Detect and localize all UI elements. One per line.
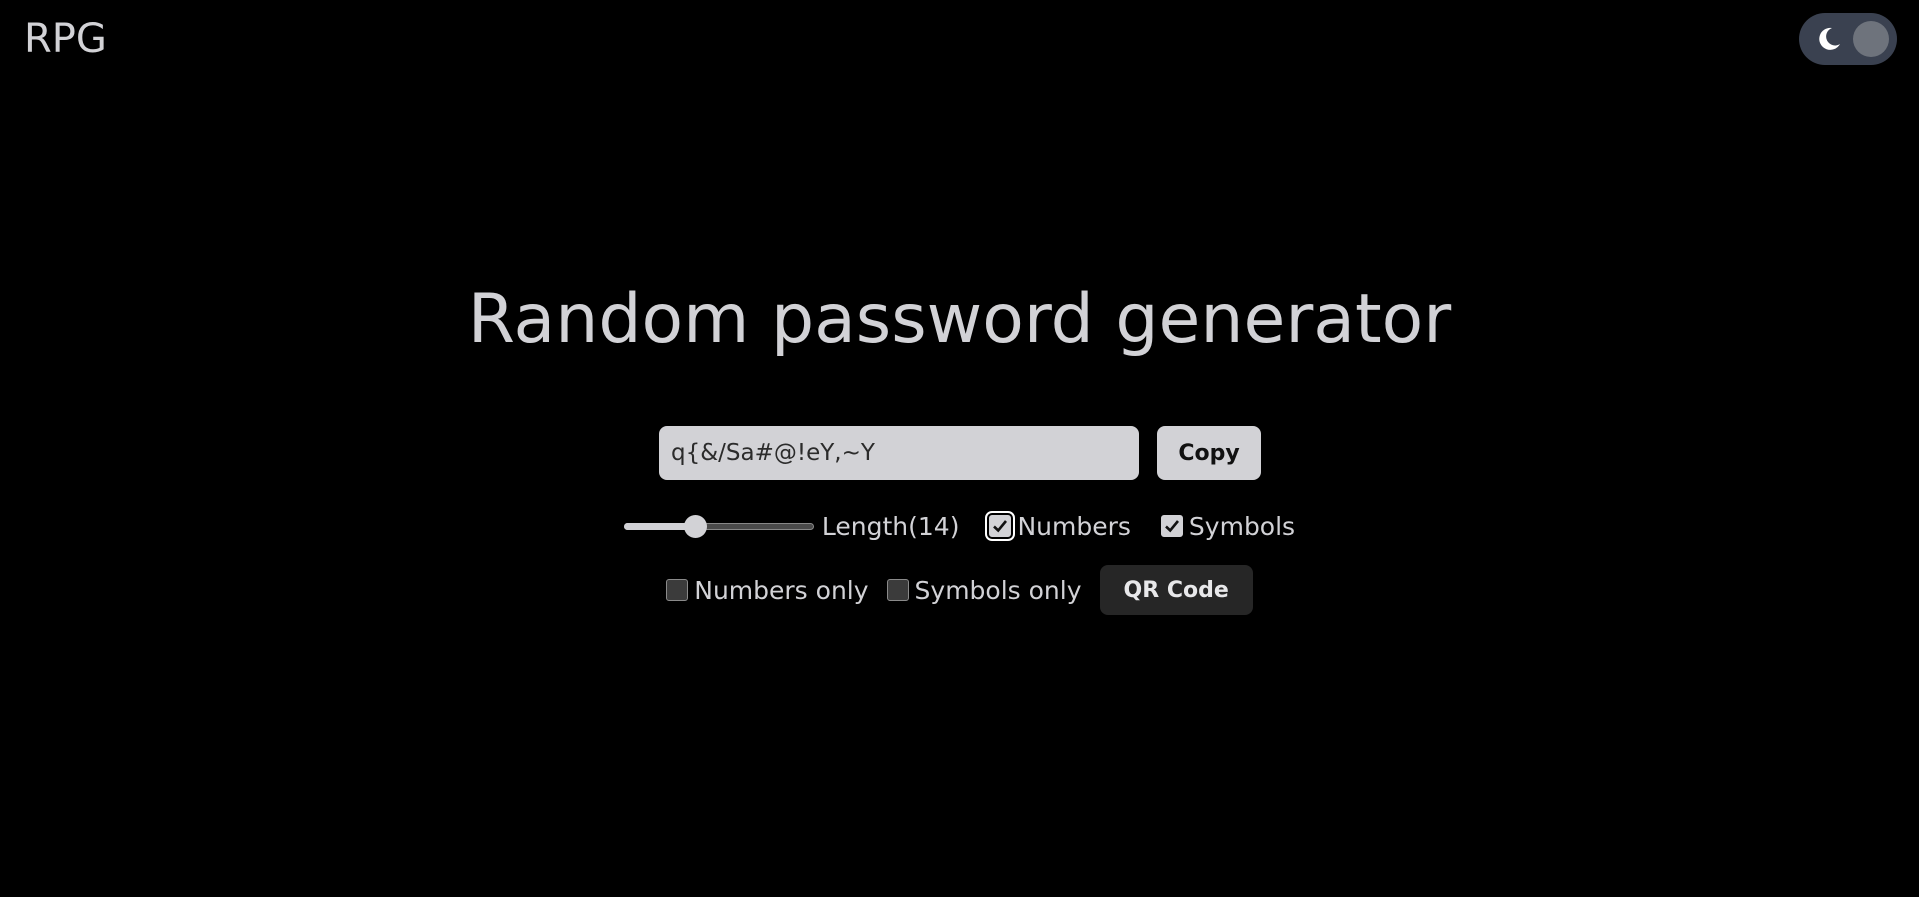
checkmark-icon [1165,520,1179,533]
symbols-checkbox[interactable] [1160,515,1183,537]
options-row-1: Length(14) Numbers Symbols [0,506,1919,546]
options-row-2: Numbers only Symbols only QR Code [0,564,1919,616]
copy-button[interactable]: Copy [1157,426,1261,480]
numbers-label[interactable]: Numbers [1017,512,1130,541]
page: RPG Random password generator Copy Lengt… [0,0,1919,897]
toggle-knob[interactable] [1853,21,1889,57]
page-title: Random password generator [467,280,1452,359]
qr-code-button[interactable]: QR Code [1099,565,1253,615]
symbols-label[interactable]: Symbols [1189,512,1295,541]
slider-thumb[interactable] [683,515,707,538]
symbols-only-checkbox[interactable] [886,579,909,601]
length-slider[interactable] [623,511,814,541]
theme-toggle[interactable] [1799,13,1897,65]
password-output[interactable] [659,426,1139,480]
numbers-only-label[interactable]: Numbers only [694,576,868,605]
moon-icon [1819,27,1840,50]
checkmark-icon [993,520,1008,533]
symbols-only-label[interactable]: Symbols only [915,576,1082,605]
numbers-only-checkbox[interactable] [666,579,689,601]
length-label: Length(14) [821,511,960,541]
logo[interactable]: RPG [24,16,107,62]
numbers-checkbox[interactable] [985,511,1016,541]
